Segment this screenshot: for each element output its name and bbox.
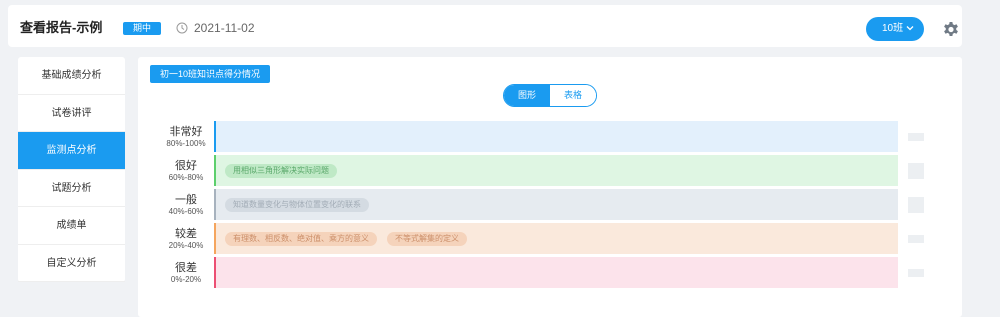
side-marker <box>908 197 924 213</box>
rating-range: 40%-60% <box>168 207 204 216</box>
rating-range: 20%-40% <box>168 241 204 250</box>
knowledge-point-tag[interactable]: 知道数量变化与物体位置变化的联系 <box>225 197 369 212</box>
rating-label: 很差 <box>175 262 197 274</box>
tab-chart[interactable]: 图形 <box>504 85 550 106</box>
rating-label: 非常好 <box>169 126 203 138</box>
sidebar-item-basic-score-analysis[interactable]: 基础成绩分析 <box>18 57 125 95</box>
band-row: 一般 40%-60% 知道数量变化与物体位置变化的联系 <box>156 189 956 223</box>
main-panel: 初一10班知识点得分情况 图形 表格 非常好 80%-100% 很好 60%-8… <box>138 57 962 317</box>
rating-band <box>214 121 898 152</box>
sidebar-nav: 基础成绩分析 试卷讲评 监测点分析 试题分析 成绩单 自定义分析 <box>18 57 125 282</box>
section-label: 初一10班知识点得分情况 <box>150 65 270 83</box>
sidebar-item-custom-analysis[interactable]: 自定义分析 <box>18 245 125 282</box>
band-row: 较差 20%-40% 有理数、相反数、绝对值、乘方的意义 不等式解集的定义 <box>156 223 956 257</box>
sidebar-item-paper-review[interactable]: 试卷讲评 <box>18 95 125 132</box>
class-select-value: 10班 <box>882 23 904 34</box>
sidebar-item-checkpoint-analysis[interactable]: 监测点分析 <box>18 132 125 170</box>
report-header: 查看报告-示例 期中 2021-11-02 10班 <box>8 5 962 47</box>
report-date: 2021-11-02 <box>194 21 255 35</box>
chevron-down-icon <box>906 26 914 31</box>
rating-label: 较差 <box>175 228 197 240</box>
rating-range: 0%-20% <box>170 275 202 284</box>
clock-icon <box>176 22 188 34</box>
band-row: 很差 0%-20% <box>156 257 956 291</box>
gear-icon[interactable] <box>941 19 961 39</box>
side-marker <box>908 133 924 141</box>
rating-label: 一般 <box>175 194 197 206</box>
band-row: 非常好 80%-100% <box>156 121 956 155</box>
rating-band: 有理数、相反数、绝对值、乘方的意义 不等式解集的定义 <box>214 223 898 254</box>
rating-range: 60%-80% <box>168 173 204 182</box>
exam-type-badge: 期中 <box>123 22 161 35</box>
tab-table[interactable]: 表格 <box>550 85 596 106</box>
band-row: 很好 60%-80% 用相似三角形解决实际问题 <box>156 155 956 189</box>
rating-label: 很好 <box>175 160 197 172</box>
view-toggle: 图形 表格 <box>503 84 597 107</box>
knowledge-point-tag[interactable]: 有理数、相反数、绝对值、乘方的意义 <box>225 231 377 246</box>
page-title: 查看报告-示例 <box>20 20 103 35</box>
rating-band: 知道数量变化与物体位置变化的联系 <box>214 189 898 220</box>
rating-range: 80%-100% <box>166 139 206 148</box>
knowledge-point-tag[interactable]: 不等式解集的定义 <box>387 231 467 246</box>
knowledge-point-tag[interactable]: 用相似三角形解决实际问题 <box>225 163 337 178</box>
rating-band: 用相似三角形解决实际问题 <box>214 155 898 186</box>
sidebar-item-score-sheet[interactable]: 成绩单 <box>18 207 125 245</box>
knowledge-point-bands: 非常好 80%-100% 很好 60%-80% 用相似三角形解决实际问题 一般 … <box>156 121 956 291</box>
side-marker <box>908 269 924 277</box>
side-marker <box>908 235 924 243</box>
class-select-dropdown[interactable]: 10班 <box>866 17 924 41</box>
rating-band <box>214 257 898 288</box>
sidebar-item-question-analysis[interactable]: 试题分析 <box>18 170 125 207</box>
side-marker <box>908 163 924 179</box>
